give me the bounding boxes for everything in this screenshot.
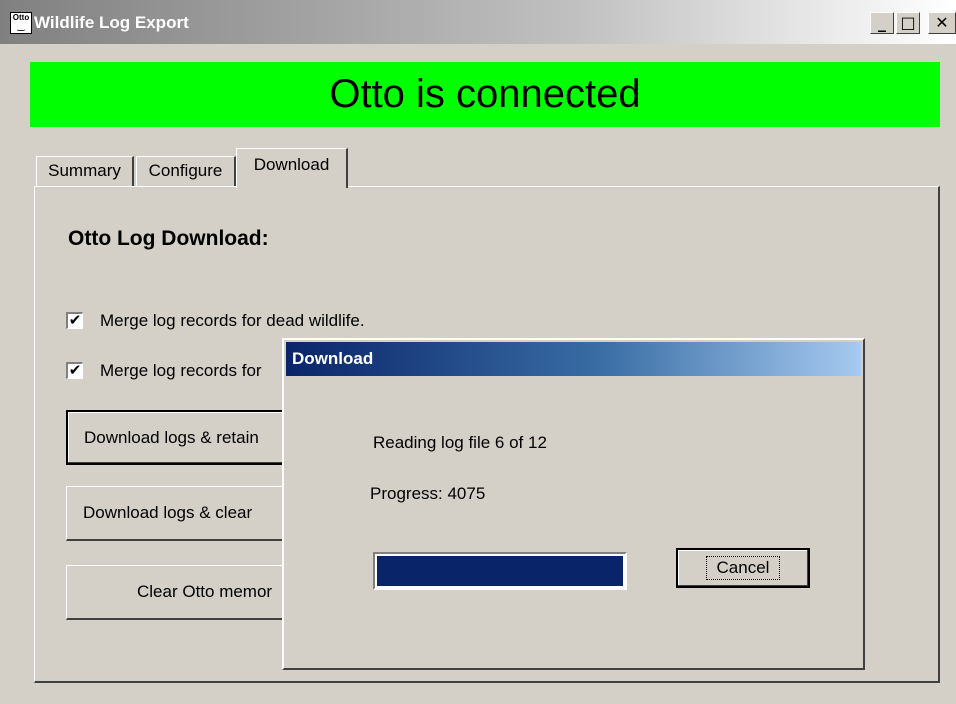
merge-records-checkbox[interactable]: ✔ [66, 362, 83, 379]
progress-count-text: Progress: 4075 [370, 484, 486, 503]
cancel-button[interactable]: Cancel [676, 548, 810, 588]
merge-dead-wildlife-label: Merge log records for dead wildlife. [100, 311, 365, 330]
connection-status-banner: Otto is connected [30, 62, 940, 127]
section-heading: Otto Log Download: [68, 227, 269, 250]
window-title: Wildlife Log Export [34, 13, 189, 32]
tab-summary-label: Summary [48, 161, 121, 180]
otto-app-icon: Otto ‿ [10, 12, 32, 34]
tab-summary[interactable]: Summary [36, 156, 134, 186]
connection-status-text: Otto is connected [329, 72, 641, 116]
progress-bar-fill [377, 556, 623, 586]
main-window: Otto ‿ Wildlife Log Export _ □ ✕ Otto is… [0, 0, 956, 704]
close-button[interactable]: ✕ [928, 12, 956, 34]
reading-status-text: Reading log file 6 of 12 [373, 433, 547, 452]
merge-records-label: Merge log records for [100, 361, 262, 380]
clear-memory-label: Clear Otto memor [137, 582, 273, 601]
maximize-button[interactable]: □ [896, 12, 920, 34]
merge-dead-wildlife-checkbox[interactable]: ✔ [66, 312, 83, 329]
title-bar[interactable]: Otto ‿ Wildlife Log Export _ □ ✕ [0, 0, 956, 44]
tab-download-label: Download [253, 155, 330, 174]
minimize-button[interactable]: _ [870, 12, 894, 34]
cancel-button-label: Cancel [705, 556, 781, 580]
progress-bar [373, 552, 627, 590]
tab-configure-label: Configure [148, 161, 223, 180]
download-retain-label: Download logs & retain [84, 427, 259, 447]
download-dialog: Download Reading log file 6 of 12 Progre… [282, 338, 865, 670]
dialog-title-bar[interactable]: Download [286, 342, 861, 376]
dialog-title: Download [292, 349, 374, 368]
tab-download[interactable]: Download [236, 148, 348, 188]
download-clear-label: Download logs & clear [83, 503, 253, 522]
tab-configure[interactable]: Configure [136, 156, 236, 186]
